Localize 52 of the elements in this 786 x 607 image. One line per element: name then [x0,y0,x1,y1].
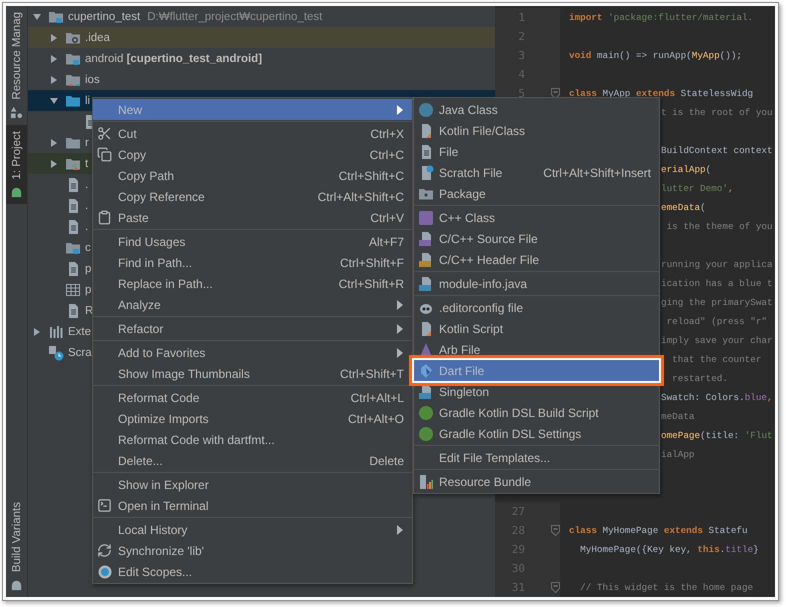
tree-item-label: li [85,94,90,106]
code-line: class MyApp extends StatelessWidg [569,88,754,99]
keyboard-shortcut: Ctrl+V [370,210,404,224]
code-line: ialApp [661,449,694,460]
keyboard-shortcut: Ctrl+Shift+R [338,276,404,290]
keyboard-shortcut: Ctrl+Alt+L [350,390,404,404]
code-line: // This widget is the home page [579,582,754,593]
code-line: import 'package:flutter/material. [569,12,754,23]
tree-item-label: Scra [68,346,92,358]
keyboard-shortcut: Ctrl+C [370,148,404,162]
code-line: omePage(title: 'Flut [661,430,773,441]
code-line: running your applica [661,259,773,270]
keyboard-shortcut: Ctrl+Shift+T [340,366,404,380]
code-line: MyHomePage({Key key, this.title} [579,544,759,555]
code-line: restarted. [671,373,728,384]
code-line: Swatch: Colors.blue, [661,392,773,403]
code-line: emeData( [661,202,706,213]
code-line: erialApp( [661,164,712,175]
keyboard-shortcut: Ctrl+Shift+C [338,168,404,182]
code-line: BuildContext context [661,145,773,156]
tree-item-label: p [85,284,92,296]
keyboard-shortcut: Alt+F7 [368,234,404,248]
tree-item-label: . [85,200,88,212]
keyboard-shortcut: Ctrl+Shift+F [340,256,404,270]
tree-item-label: t [85,158,88,170]
keyboard-shortcut: Delete [369,454,404,468]
keyboard-shortcut: Ctrl+X [370,126,404,140]
code-line: void main() => runApp(MyApp()); [569,50,742,61]
keyboard-shortcut: Ctrl+Alt+Shift+Insert [543,166,651,180]
tree-item-label: ios [85,74,100,86]
code-line: class MyHomePage extends Statefu [569,525,748,536]
code-line: imply save your char [661,335,773,346]
keyboard-shortcut: Ctrl+Alt+Shift+C [318,190,404,204]
tree-item-label: android [cupertino_test_android] [85,52,262,64]
tree-item-label: . [85,220,88,232]
tree-item-label: . [85,178,88,190]
code-line: ging the primarySwat [661,297,773,308]
path-label: D:₩flutter_project₩cupertino_test [147,10,322,22]
tree-item-label: r [85,136,89,148]
tree-item-label: cupertino_test [68,10,140,22]
tree-item-label: .idea [85,32,110,44]
code-line: reload" (press "r" [666,316,768,327]
tree-item-label: c [85,242,91,254]
code-line: is the theme of you [666,221,773,232]
code-line: lutter Demo', [661,183,734,194]
code-line: meData [661,411,694,422]
tree-item-label: p [85,262,92,274]
code-line: t is the root of you [661,107,773,118]
code-line: that the counter [671,354,762,365]
code-line: ication has a blue t [661,278,773,289]
keyboard-shortcut: Ctrl+Alt+O [348,412,404,426]
tree-item-label: Exte [68,326,92,338]
